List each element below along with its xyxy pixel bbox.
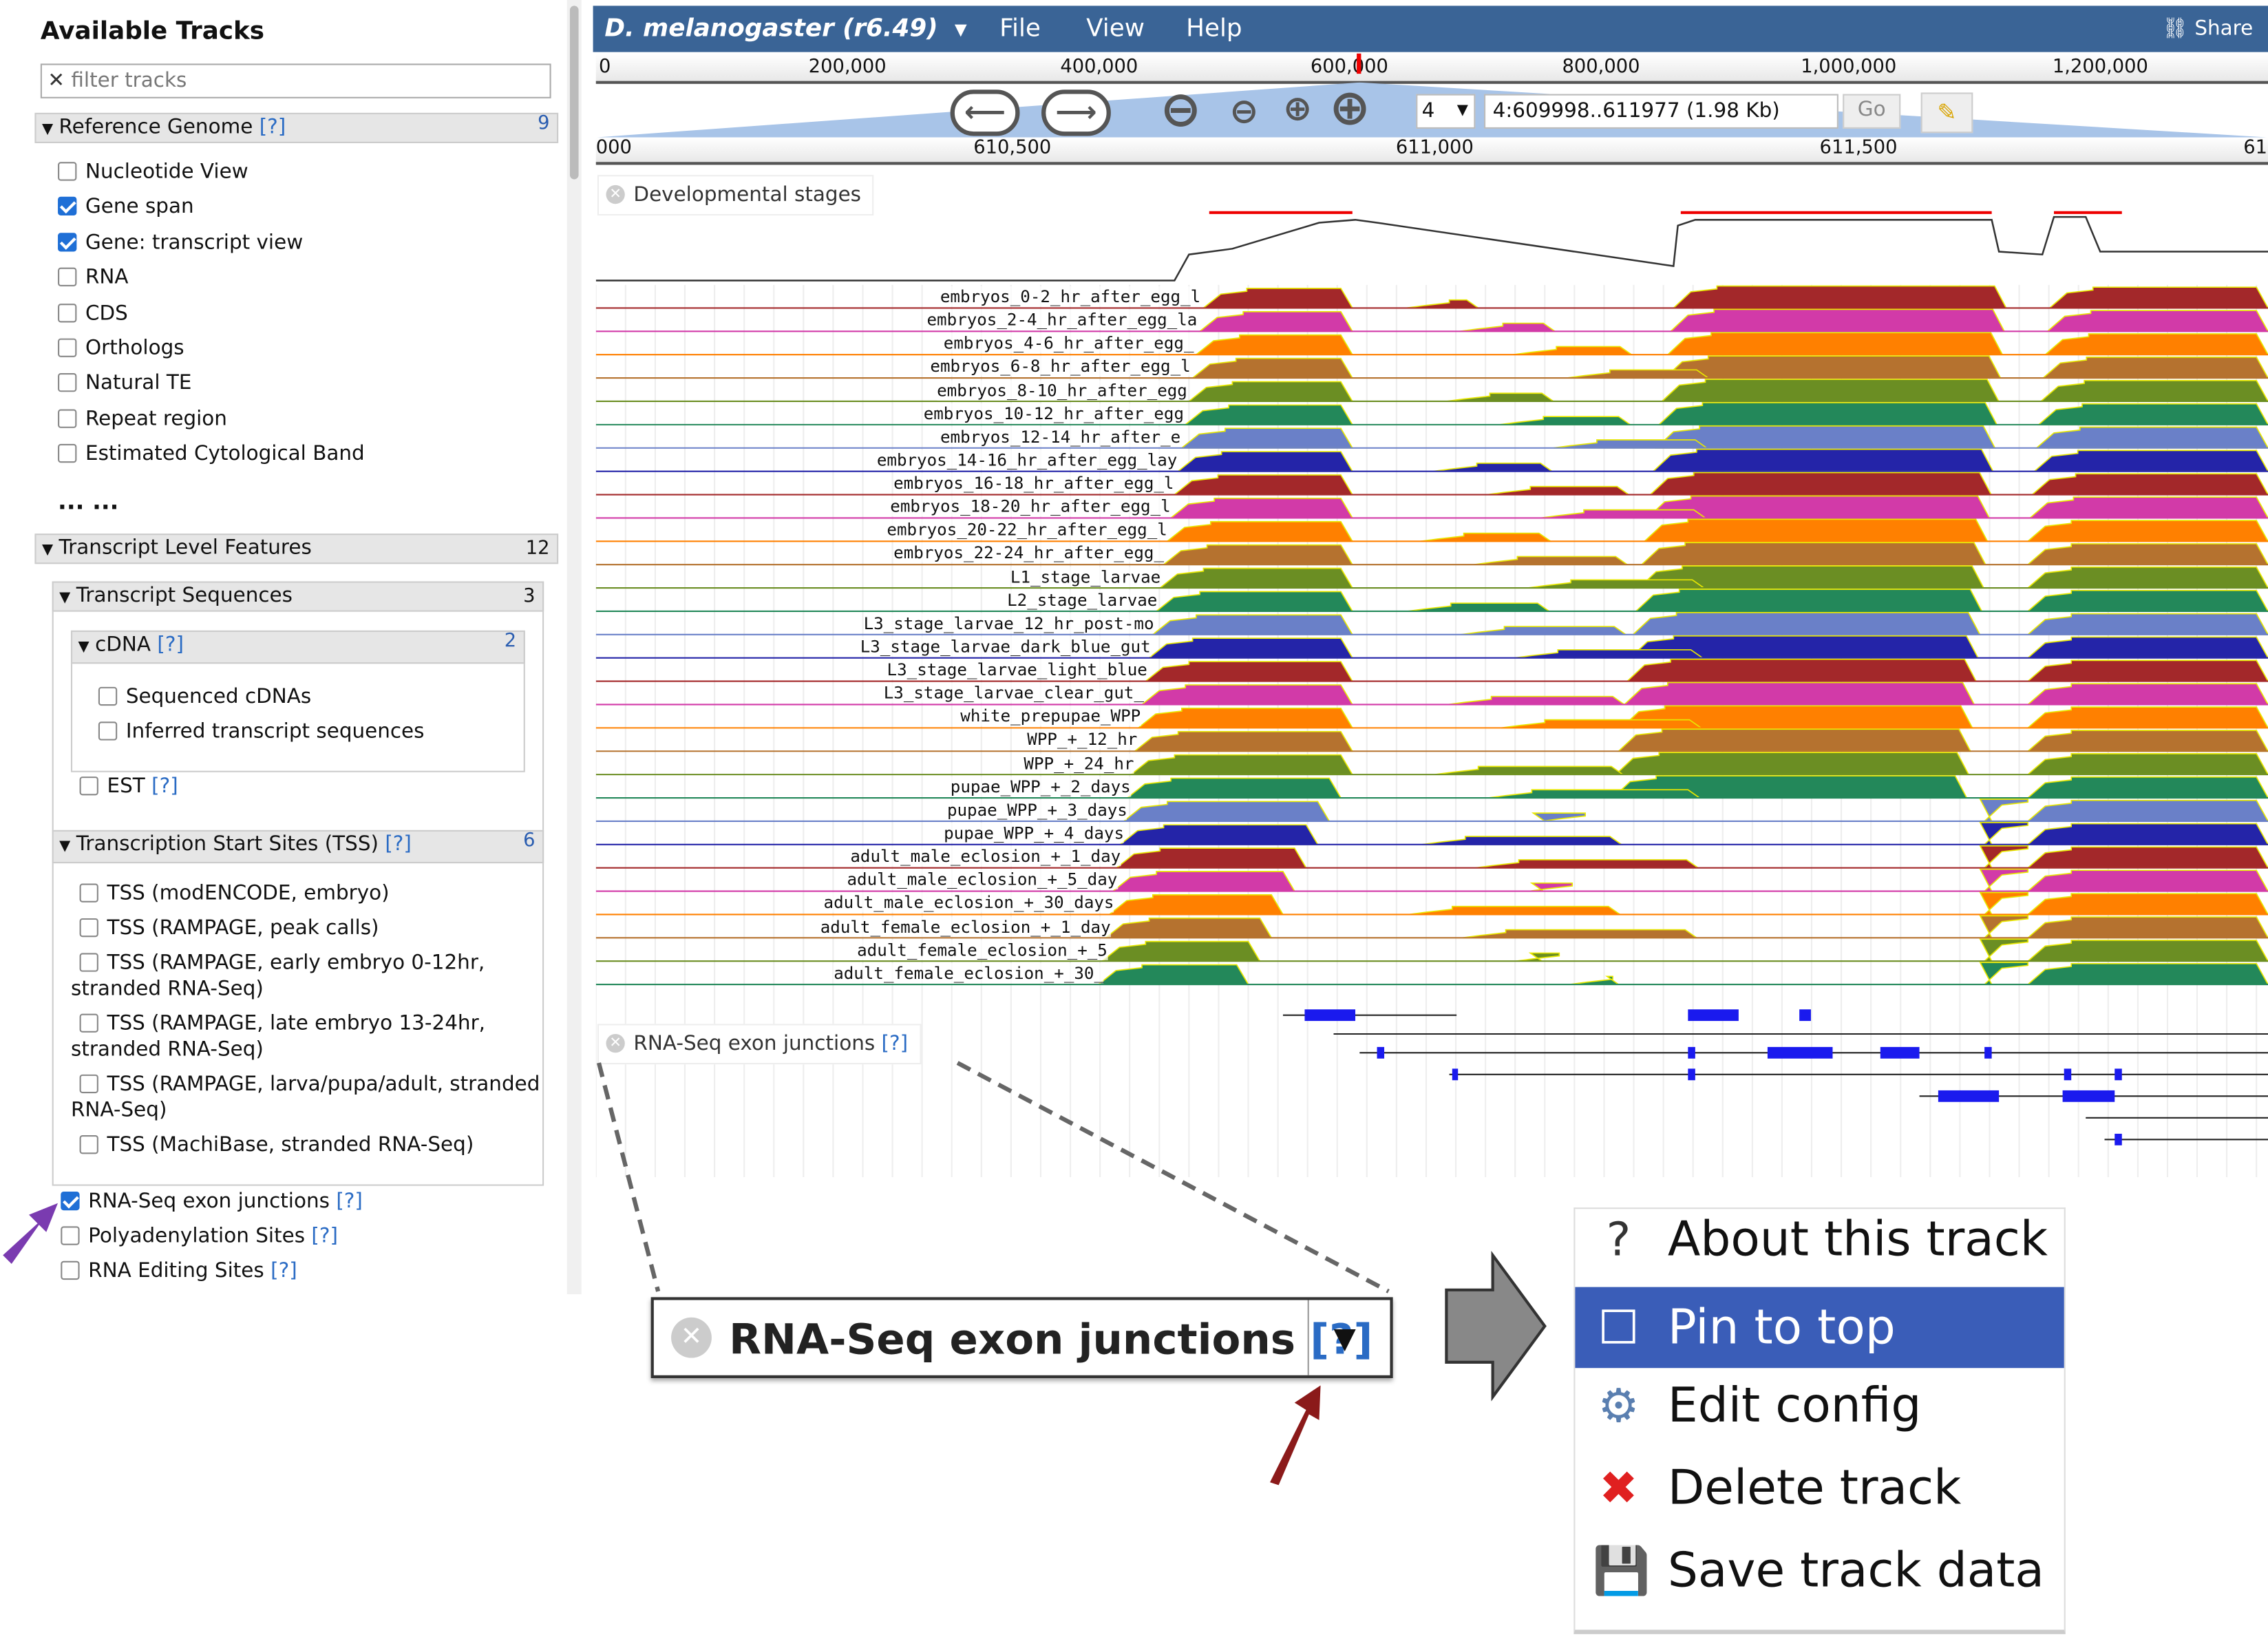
track-label: TSS (RAMPAGE, larva/pupa/adult, stranded: [107, 1073, 540, 1097]
track-label: TSS (RAMPAGE, peak calls): [107, 916, 379, 940]
menu-item[interactable]: ? About this track: [1575, 1198, 2064, 1280]
track-item[interactable]: RNA Editing Sites [?]: [61, 1260, 297, 1285]
track-item-tss[interactable]: TSS (RAMPAGE, early embryo 0-12hr,: [79, 951, 485, 976]
track-item-tss[interactable]: TSS (RAMPAGE, peak calls): [79, 916, 379, 942]
track-item-tss[interactable]: TSS (RAMPAGE, larva/pupa/adult, stranded: [79, 1073, 540, 1098]
delete-x-icon: ✖: [1599, 1460, 1638, 1516]
darkred-arrow-annotation: [1270, 1385, 1321, 1486]
checkbox[interactable]: [58, 268, 77, 287]
track-item[interactable]: Estimated Cytological Band: [58, 443, 365, 467]
track-item-tss[interactable]: TSS (MachiBase, stranded RNA-Seq): [79, 1133, 474, 1159]
track-label: TSS (RAMPAGE, late embryo 13-24hr,: [107, 1012, 486, 1036]
track-label: Natural TE: [85, 372, 192, 396]
checkbox[interactable]: [58, 444, 77, 463]
track-item-tss[interactable]: TSS (RAMPAGE, late embryo 13-24hr,: [79, 1012, 486, 1037]
zoomed-track-header: ✕ RNA-Seq exon junctions [?] ▼: [650, 1297, 1393, 1378]
track-item[interactable]: Natural TE: [58, 372, 191, 397]
checkbox[interactable]: [58, 303, 77, 322]
checkbox[interactable]: [58, 338, 77, 357]
checkbox-icon: ☐: [1598, 1300, 1640, 1355]
track-label: RNA: [85, 266, 129, 290]
track-label: Gene: transcript view: [85, 231, 304, 255]
checkbox[interactable]: [58, 232, 77, 252]
checkbox[interactable]: [79, 883, 98, 902]
help-link[interactable]: [?]: [336, 1190, 363, 1214]
track-label: Orthologs: [85, 337, 184, 361]
track-item[interactable]: CDS: [58, 302, 128, 326]
menu-item[interactable]: 💾 Save track data: [1575, 1530, 2064, 1612]
track-label: Repeat region: [85, 407, 227, 431]
track-menu-dropdown-icon[interactable]: ▼: [1333, 1320, 1355, 1355]
checkbox[interactable]: [79, 1135, 98, 1154]
track-item[interactable]: Repeat region: [58, 408, 227, 432]
track-item[interactable]: RNA-Seq exon junctions [?]: [61, 1190, 363, 1215]
checkbox[interactable]: [58, 409, 77, 428]
track-item[interactable]: Gene: transcript view: [58, 231, 303, 256]
question-icon: ?: [1606, 1212, 1631, 1267]
menu-item[interactable]: ⚙ Edit config: [1575, 1365, 2064, 1446]
track-item[interactable]: Nucleotide View: [58, 160, 248, 185]
checkbox[interactable]: [58, 162, 77, 181]
track-label-cont: RNA-Seq): [70, 1099, 167, 1123]
menu-item-label: Edit config: [1667, 1376, 1922, 1433]
help-link[interactable]: [?]: [271, 1260, 297, 1283]
zoomed-track-title: RNA-Seq exon junctions [?]: [729, 1315, 1373, 1364]
track-label: TSS (RAMPAGE, early embryo 0-12hr,: [107, 951, 485, 975]
track-context-menu: ? About this track ☐ Pin to top ⚙ Edit config…: [1573, 1207, 2066, 1634]
checkbox[interactable]: [79, 918, 98, 938]
menu-item-label: Save track data: [1667, 1541, 2044, 1598]
track-label: TSS (modENCODE, embryo): [107, 882, 390, 906]
menu-item[interactable]: ☐ Pin to top: [1575, 1287, 2064, 1369]
track-label: TSS (MachiBase, stranded RNA-Seq): [107, 1133, 474, 1157]
track-label-cont: stranded RNA-Seq): [70, 1038, 264, 1062]
help-link[interactable]: [?]: [311, 1225, 338, 1248]
floppy-disk-icon: 💾: [1592, 1543, 1651, 1598]
track-label: Nucleotide View: [85, 160, 248, 184]
track-item-tss[interactable]: TSS (modENCODE, embryo): [79, 882, 390, 907]
menu-item[interactable]: ✖ Delete track: [1575, 1448, 2064, 1529]
checkbox[interactable]: [79, 1074, 98, 1094]
track-label: Estimated Cytological Band: [85, 443, 365, 466]
checkbox[interactable]: [79, 953, 98, 972]
menu-item-label: Pin to top: [1667, 1298, 1896, 1355]
track-label-cont: stranded RNA-Seq): [70, 978, 264, 1001]
track-item[interactable]: RNA: [58, 266, 129, 291]
track-label: RNA-Seq exon junctions: [88, 1190, 330, 1214]
track-title: RNA-Seq exon junctions: [729, 1314, 1296, 1364]
menu-item-label: About this track: [1667, 1210, 2048, 1267]
checkbox[interactable]: [61, 1226, 80, 1245]
checkbox[interactable]: [79, 1013, 98, 1033]
checkbox[interactable]: [61, 1260, 80, 1280]
checkbox[interactable]: [58, 373, 77, 393]
track-label: CDS: [85, 302, 128, 325]
config-icon: ⚙: [1598, 1377, 1640, 1433]
track-label: Gene span: [85, 196, 194, 220]
track-item[interactable]: Gene span: [58, 196, 194, 220]
track-label: Polyadenylation Sites: [88, 1225, 306, 1248]
close-track-icon[interactable]: ✕: [671, 1317, 712, 1358]
track-label: RNA Editing Sites: [88, 1259, 264, 1283]
checkbox[interactable]: [61, 1191, 80, 1211]
track-item[interactable]: Polyadenylation Sites [?]: [61, 1225, 338, 1249]
menu-item-label: Delete track: [1667, 1459, 1962, 1516]
grey-arrow-annotation: [1445, 1251, 1547, 1402]
checkbox[interactable]: [58, 197, 77, 216]
track-item[interactable]: Orthologs: [58, 337, 184, 361]
